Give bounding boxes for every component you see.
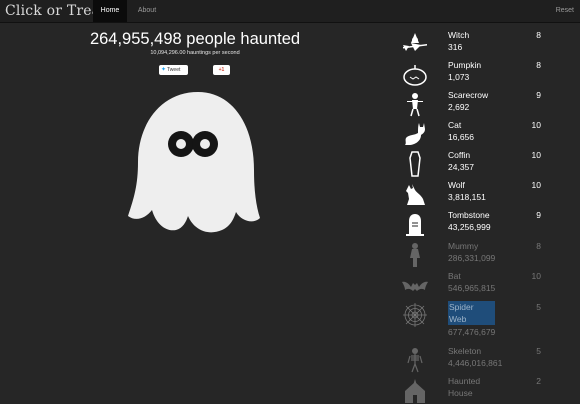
scarecrow-icon (407, 93, 423, 117)
coffin-icon (409, 151, 421, 177)
building-name: Skeleton (448, 346, 482, 356)
brand-logo[interactable]: Click or Treat (5, 1, 106, 21)
building-owned: 10 (531, 180, 541, 190)
building-count: 2,692 (448, 102, 470, 112)
building-owned: 10 (531, 120, 541, 130)
building-count: 546,965,815 (448, 283, 496, 293)
nav-home-tab[interactable]: Home (93, 0, 127, 22)
building-name: Haunted (448, 376, 481, 386)
building-item-skeleton[interactable]: Skeleton 4,446,016,861 5 (395, 344, 545, 374)
building-item-mummy[interactable]: Mummy 286,331,099 8 (395, 239, 545, 269)
building-item-spider-web[interactable]: Spider Web 677,476,679 5 (395, 300, 545, 340)
building-name: Scarecrow (448, 90, 489, 100)
reset-link[interactable]: Reset (556, 0, 574, 22)
building-name: Bat (448, 271, 461, 281)
building-owned: 10 (531, 150, 541, 160)
building-item-coffin[interactable]: Coffin 24,357 10 (395, 148, 545, 178)
building-owned: 8 (536, 241, 541, 251)
building-item-pumpkin[interactable]: Pumpkin 1,073 8 (395, 58, 545, 88)
building-name: Spider (448, 301, 495, 313)
building-count: 3,818,151 (448, 192, 486, 202)
ghost-icon (128, 92, 260, 233)
building-count: 316 (448, 42, 463, 52)
cat-icon (405, 123, 425, 145)
building-owned: 5 (536, 346, 541, 356)
building-item-bat[interactable]: Bat 546,965,815 10 (395, 269, 545, 299)
building-item-cat[interactable]: Cat 16,656 10 (395, 118, 545, 148)
building-name: Tombstone (448, 210, 490, 220)
wolf-icon (406, 184, 425, 205)
haunted-house-icon (405, 379, 425, 403)
tombstone-icon (406, 214, 424, 236)
building-count: 1,073 (448, 72, 470, 82)
building-owned: 5 (536, 302, 541, 312)
building-name: Pumpkin (448, 60, 482, 70)
building-item-scarecrow[interactable]: Scarecrow 2,692 9 (395, 88, 545, 118)
pumpkin-icon (403, 65, 427, 86)
building-count: 677,476,679 (448, 327, 496, 337)
mummy-icon (410, 243, 420, 267)
building-name: Mummy (448, 241, 479, 251)
building-owned: 8 (536, 30, 541, 40)
building-name: Cat (448, 120, 462, 130)
building-owned: 8 (536, 60, 541, 70)
building-name: Coffin (448, 150, 471, 160)
building-name: Wolf (448, 180, 465, 190)
building-count: 4,446,016,861 (448, 358, 503, 368)
twitter-bird-icon: ✦ (161, 67, 167, 73)
tweet-button-label: Tweet (167, 67, 181, 73)
building-count: 43,256,999 (448, 222, 491, 232)
witch-icon (403, 33, 427, 51)
building-count: 286,331,099 (448, 253, 496, 263)
building-owned: 9 (536, 210, 541, 220)
building-owned: 2 (536, 376, 541, 386)
building-item-witch[interactable]: Witch 316 8 (395, 28, 545, 58)
building-name-line2: House (448, 388, 473, 398)
building-owned: 10 (531, 271, 541, 281)
navbar: Click or Treat Home About Reset (0, 0, 580, 23)
tweet-button[interactable]: ✦Tweet (159, 65, 188, 75)
bat-icon (402, 281, 428, 291)
building-name: Witch (448, 30, 470, 40)
building-name-line2: Web (448, 313, 495, 325)
nav-about-tab[interactable]: About (130, 0, 164, 22)
haunted-count-headline: 264,955,498 people haunted (89, 30, 301, 48)
building-count: 16,656 (448, 132, 474, 142)
building-item-wolf[interactable]: Wolf 3,818,151 10 (395, 178, 545, 208)
hauntings-per-second: 10,094,296.00 hauntings per second (150, 50, 240, 56)
skeleton-icon (407, 348, 423, 373)
building-owned: 9 (536, 90, 541, 100)
ghost-click-target[interactable] (128, 90, 268, 245)
google-plus-button[interactable]: +1 (213, 65, 230, 75)
building-item-tombstone[interactable]: Tombstone 43,256,999 9 (395, 208, 545, 238)
building-count: 24,357 (448, 162, 474, 172)
spider-web-icon (403, 303, 427, 327)
